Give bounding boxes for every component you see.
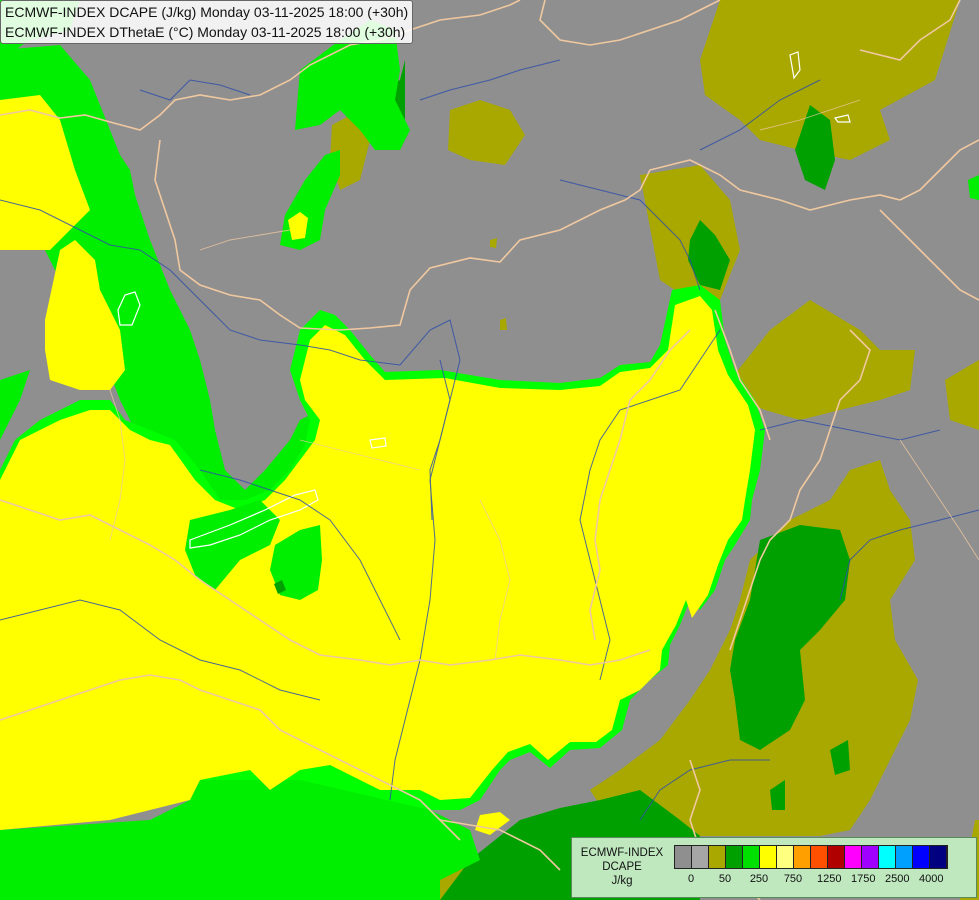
legend-title-model: ECMWF-INDEX <box>580 847 664 859</box>
title-dcape: ECMWF-INDEX DCAPE (J/kg) Monday 03-11-20… <box>5 4 409 20</box>
legend-tick-label: 1250 <box>817 873 842 885</box>
legend-tick-label: 1750 <box>851 873 876 885</box>
legend-swatch <box>692 846 709 868</box>
legend-swatch <box>743 846 760 868</box>
legend-tick-label: 4000 <box>919 873 944 885</box>
legend-swatch <box>845 846 862 868</box>
legend-swatch <box>862 846 879 868</box>
legend-title-unit: J/kg <box>611 875 633 887</box>
legend-swatch <box>811 846 828 868</box>
legend-swatch <box>760 846 777 868</box>
legend-tick-label: 750 <box>783 873 803 885</box>
legend-title: ECMWF-INDEX DCAPE J/kg <box>576 846 668 888</box>
legend-tick-label: 0 <box>687 873 695 885</box>
legend-tick-label: 50 <box>718 873 732 885</box>
legend-swatch <box>879 846 896 868</box>
map-title-box: ECMWF-INDEX DCAPE (J/kg) Monday 03-11-20… <box>0 0 414 44</box>
legend-tick-label: 250 <box>749 873 769 885</box>
title-dthetae: ECMWF-INDEX DThetaE (°C) Monday 03-11-20… <box>5 24 406 40</box>
legend-color-scale <box>674 845 948 869</box>
legend-swatch <box>675 846 692 868</box>
legend-tick-label: 2500 <box>885 873 910 885</box>
legend-swatch <box>896 846 913 868</box>
legend-tick-labels: 0 50 250 750 1250 1750 2500 4000 <box>674 873 974 887</box>
legend-swatch <box>777 846 794 868</box>
legend-swatch <box>794 846 811 868</box>
legend-swatch <box>930 846 947 868</box>
colorbar-legend: ECMWF-INDEX DCAPE J/kg 0 50 250 750 1250 1750… <box>571 837 977 898</box>
legend-swatch <box>913 846 930 868</box>
legend-swatch <box>828 846 845 868</box>
legend-title-variable: DCAPE <box>602 861 642 873</box>
legend-swatch <box>726 846 743 868</box>
legend-swatch <box>709 846 726 868</box>
weather-map <box>0 0 979 900</box>
